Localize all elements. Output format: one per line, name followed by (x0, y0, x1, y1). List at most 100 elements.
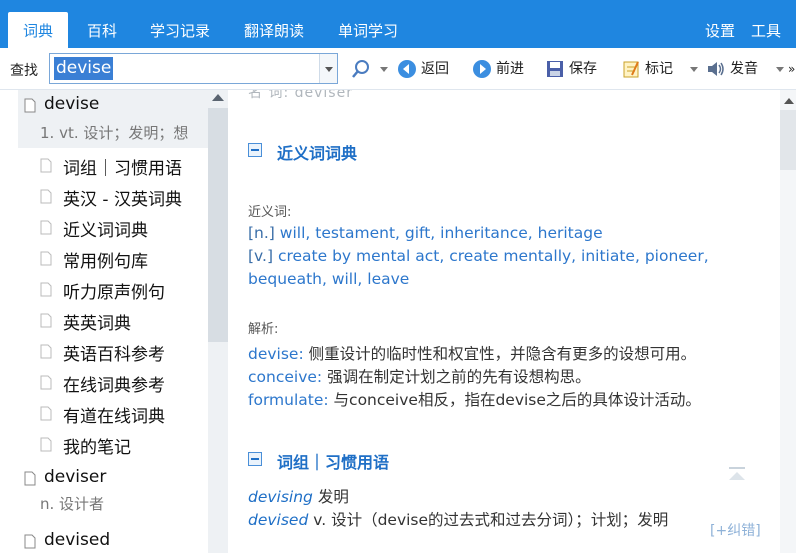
entry-definition: n. 设计者 (40, 495, 105, 513)
synonym-words[interactable]: bequeath, will, leave (248, 270, 409, 288)
faded-noun-line: 名 词: deviser (248, 90, 353, 101)
content-scrollbar-thumb[interactable] (780, 110, 796, 170)
phrase-line: devised v. 设计（devise的过去式和过去分词）；计划；发明 (248, 508, 668, 530)
document-icon (40, 406, 52, 421)
word-list-panel: devise 1. vt. 设计；发明；想 词组｜习惯用语 英汉 - 汉英词典 … (0, 90, 228, 553)
document-icon (24, 471, 36, 486)
section-title: 近义词词典 (277, 144, 358, 163)
part-of-speech: [n.] (248, 224, 275, 242)
forward-label: 前进 (496, 61, 524, 77)
document-icon (40, 220, 52, 235)
tab-study-record[interactable]: 学习记录 (144, 14, 216, 48)
synonym-line: bequeath, will, leave (248, 270, 409, 288)
synonym-line: [v.] create by mental act, create mental… (248, 247, 709, 265)
save-icon (547, 61, 563, 77)
document-icon (40, 313, 52, 328)
analysis-label: 解析: (248, 322, 279, 337)
sidebar-item-label: 近义词词典 (63, 221, 148, 241)
back-to-top-icon[interactable] (726, 466, 748, 482)
document-icon (24, 534, 36, 549)
document-icon (40, 189, 52, 204)
sidebar-item-label: 我的笔记 (63, 438, 131, 458)
top-tab-bar: 词典 百科 学习记录 翻译朗读 单词学习 设置 工具 (0, 0, 796, 69)
search-box: devise (49, 53, 338, 84)
settings-button[interactable]: 设置 (705, 14, 735, 48)
entry-definition: 1. vt. 设计；发明；想 (40, 124, 189, 142)
mark-label: 标记 (645, 61, 673, 77)
scroll-up-icon[interactable] (212, 94, 224, 101)
tab-translate-read[interactable]: 翻译朗读 (238, 14, 310, 48)
search-input[interactable] (52, 57, 317, 80)
collapse-icon[interactable] (248, 143, 262, 157)
phrase-line: devising 发明 (248, 485, 349, 507)
forward-button[interactable]: 前进 (472, 58, 524, 80)
sidebar-item-label: 有道在线词典 (63, 407, 165, 427)
pronounce-button[interactable]: 发音 (706, 58, 758, 80)
document-icon (40, 375, 52, 390)
report-error-link[interactable]: [+纠错] (710, 520, 761, 540)
analysis-text: 强调在制定计划之前的先有设想构思。 (327, 368, 591, 386)
phrase-word[interactable]: devising (248, 488, 313, 506)
pronounce-dropdown[interactable] (776, 58, 784, 80)
analysis-word[interactable]: formulate: (248, 391, 329, 409)
document-icon (40, 437, 52, 452)
tab-encyclopedia[interactable]: 百科 (80, 14, 124, 48)
search-label: 查找 (10, 63, 38, 79)
chevron-down-icon (380, 66, 389, 72)
analysis-line: formulate: 与conceive相反，指在devise之后的具体设计活动… (248, 388, 701, 410)
mark-dropdown[interactable] (690, 58, 698, 80)
pronounce-label: 发音 (730, 61, 758, 77)
analysis-line: devise: 侧重设计的临时性和权宜性，并隐含有更多的设想可用。 (248, 342, 696, 364)
synonym-line: [n.] will, testament, gift, inheritance,… (248, 224, 603, 242)
document-icon (40, 158, 52, 173)
tools-label: 工具 (751, 22, 782, 40)
scroll-up-icon[interactable] (784, 98, 794, 104)
phrase-word[interactable]: devised (248, 511, 308, 529)
collapse-icon[interactable] (248, 452, 262, 466)
synonym-label: 近义词: (248, 205, 292, 220)
document-icon (40, 251, 52, 266)
part-of-speech: [v.] (248, 247, 273, 265)
back-arrow-icon (398, 60, 416, 78)
mark-button[interactable]: 标记 (621, 58, 673, 80)
chevron-down-icon (776, 66, 784, 72)
synonym-words[interactable]: will, testament, gift, inheritance, heri… (280, 224, 603, 242)
document-icon (40, 282, 52, 297)
sidebar-item-label: 常用例句库 (63, 252, 148, 272)
search-history-dropdown[interactable] (319, 54, 337, 83)
save-button[interactable]: 保存 (545, 58, 597, 80)
analysis-word[interactable]: devise: (248, 345, 304, 363)
toolbar: 查找 devise 返回 前进 保存 标记 发音 » (0, 48, 796, 90)
tab-word-study[interactable]: 单词学习 (332, 14, 404, 48)
chevron-down-icon (690, 66, 698, 72)
sidebar-item-label: 听力原声例句 (63, 283, 165, 303)
sidebar-item-label: 英汉 - 汉英词典 (63, 190, 182, 210)
sidebar-item-label: 在线词典参考 (63, 376, 165, 396)
left-scrollbar-thumb[interactable] (208, 108, 228, 342)
bookmark-note-icon (623, 61, 639, 78)
analysis-text: 与conceive相反，指在devise之后的具体设计活动。 (333, 391, 701, 409)
analysis-text: 侧重设计的临时性和权宜性，并隐含有更多的设想可用。 (308, 345, 697, 363)
entry-word: deviser (44, 467, 107, 487)
entry-word: devised (44, 530, 111, 550)
tab-dictionary[interactable]: 词典 (8, 12, 68, 48)
synonym-words[interactable]: create by mental act, create mentally, i… (278, 247, 709, 265)
entry-word: devise (44, 94, 100, 114)
search-button[interactable] (350, 58, 389, 80)
analysis-word[interactable]: conceive: (248, 368, 322, 386)
analysis-line: conceive: 强调在制定计划之前的先有设想构思。 (248, 365, 591, 387)
definition-content: 名 词: deviser 近义词词典 近义词: [n.] will, testa… (228, 90, 780, 553)
section-title: 词组｜习惯用语 (277, 453, 390, 472)
phrase-meaning: 发明 (317, 488, 349, 506)
phrase-meaning: v. 设计（devise的过去式和过去分词）；计划；发明 (313, 511, 669, 529)
forward-arrow-icon (473, 60, 491, 78)
back-label: 返回 (421, 61, 449, 77)
document-icon (24, 98, 36, 113)
sidebar-item-label: 英英词典 (63, 314, 131, 334)
speaker-icon (708, 62, 724, 76)
back-button[interactable]: 返回 (397, 58, 449, 80)
save-label: 保存 (569, 61, 597, 77)
more-tools-icon[interactable]: » (788, 58, 795, 80)
document-icon (40, 344, 52, 359)
search-icon (352, 60, 369, 78)
